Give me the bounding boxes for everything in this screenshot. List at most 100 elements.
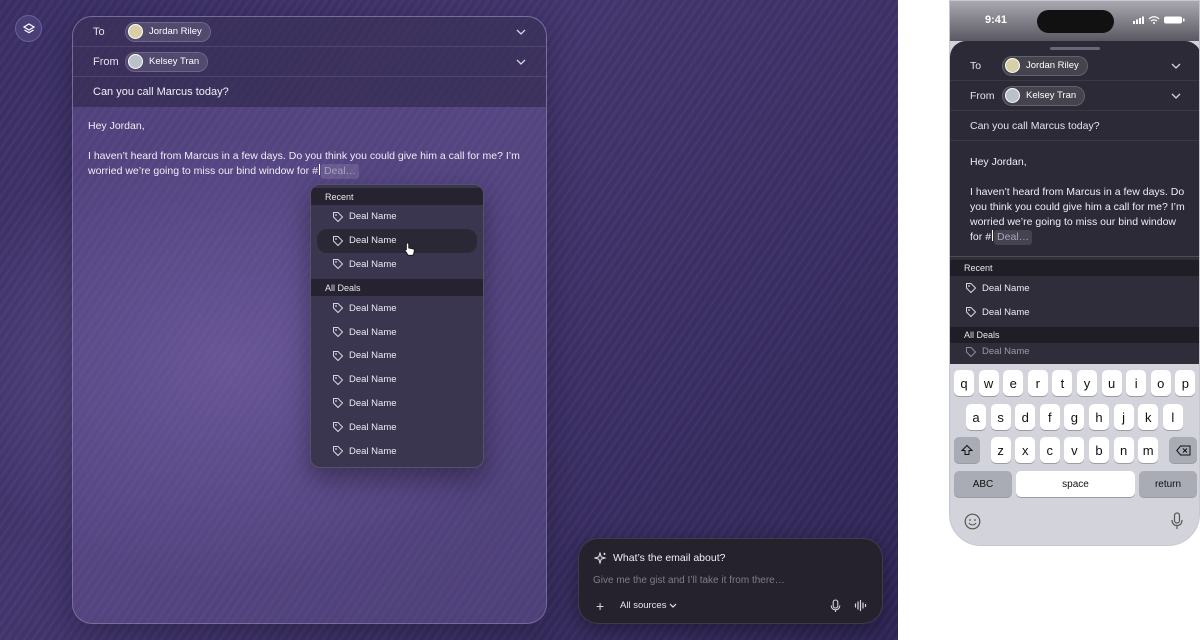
subject-field[interactable]: Can you call Marcus today? [950, 111, 1199, 141]
return-key[interactable]: return [1139, 471, 1197, 497]
chevron-down-icon [669, 603, 677, 608]
prompt-input[interactable]: Give me the gist and I’ll take it from t… [593, 575, 785, 586]
chevron-down-icon[interactable] [1171, 63, 1181, 69]
key[interactable]: r [1027, 370, 1048, 396]
deal-option[interactable]: Deal Name [317, 296, 477, 320]
emoji-icon[interactable] [964, 513, 981, 530]
sender-chip[interactable]: Kelsey Tran [1002, 85, 1086, 106]
key[interactable]: b [1089, 437, 1109, 463]
space-key[interactable]: space [1016, 471, 1135, 497]
key[interactable]: s [990, 404, 1011, 430]
shift-key[interactable] [954, 437, 980, 463]
all-deals-header: All Deals [311, 279, 483, 297]
key[interactable]: e [1003, 370, 1024, 396]
from-row[interactable]: From Kelsey Tran [73, 47, 546, 77]
subject-text: Can you call Marcus today? [93, 86, 229, 98]
deal-option-label: Deal Name [982, 346, 1030, 357]
tag-icon [333, 446, 344, 457]
abc-key[interactable]: ABC [954, 471, 1012, 497]
deal-option[interactable]: Deal Name [317, 253, 477, 277]
tag-icon [333, 303, 344, 314]
deal-option[interactable]: Deal Name [317, 392, 477, 416]
waveform-icon[interactable] [854, 599, 867, 612]
key[interactable]: n [1113, 437, 1134, 463]
to-label: To [93, 25, 105, 38]
key[interactable]: y [1077, 370, 1097, 396]
add-icon[interactable]: + [596, 598, 604, 614]
subject-text: Can you call Marcus today? [970, 119, 1100, 132]
key[interactable]: w [978, 370, 999, 396]
deal-option-highlighted[interactable]: Deal Name [317, 228, 477, 253]
deal-option[interactable]: Deal Name [950, 276, 1199, 300]
key[interactable]: m [1138, 437, 1159, 463]
deal-option[interactable]: Deal Name [317, 320, 477, 344]
all-deals-header: All Deals [950, 327, 1199, 343]
key[interactable]: f [1039, 404, 1060, 430]
subject-field[interactable]: Can you call Marcus today? [73, 77, 546, 107]
key[interactable]: p [1175, 370, 1196, 396]
key[interactable]: i [1126, 370, 1147, 396]
status-time: 9:41 [985, 14, 1008, 26]
recipient-chip[interactable]: Jordan Riley [1002, 55, 1088, 76]
deal-option-label: Deal Name [349, 302, 397, 314]
recipient-name: Jordan Riley [149, 26, 202, 37]
email-body[interactable]: Hey Jordan, I haven’t heard from Marcus … [73, 107, 546, 191]
text-caret [318, 164, 320, 175]
key[interactable]: l [1162, 404, 1183, 430]
deal-dropdown: Recent Deal Name Deal Name All Deals Dea… [950, 256, 1199, 364]
dictation-microphone-icon[interactable] [1171, 512, 1183, 530]
tag-icon [333, 235, 344, 246]
key[interactable]: c [1039, 437, 1060, 463]
deal-option[interactable]: Deal Name [317, 368, 477, 392]
deal-option[interactable]: Deal Name [317, 205, 477, 229]
key[interactable]: q [954, 370, 974, 396]
key[interactable]: h [1089, 404, 1109, 430]
chevron-down-icon[interactable] [516, 59, 526, 65]
key[interactable]: g [1064, 404, 1085, 430]
deal-option[interactable]: Deal Name [317, 415, 477, 439]
body-line-2: worried we’re going to miss our bind win… [88, 165, 310, 177]
sources-dropdown[interactable]: All sources [620, 600, 677, 611]
dynamic-island [1037, 10, 1114, 33]
sender-chip[interactable]: Kelsey Tran [125, 51, 209, 72]
deal-dropdown: Recent Deal Name Deal Name Deal Name All… [310, 184, 484, 468]
recipient-chip[interactable]: Jordan Riley [125, 21, 211, 42]
from-row[interactable]: From Kelsey Tran [950, 81, 1199, 111]
key[interactable]: t [1052, 370, 1073, 396]
app-logo-button[interactable] [15, 15, 42, 42]
tag-icon [966, 307, 977, 318]
body-line-1: I haven’t heard from Marcus in a few day… [88, 150, 520, 162]
chevron-down-icon[interactable] [516, 29, 526, 35]
microphone-icon[interactable] [830, 599, 841, 613]
hash-trigger: # [985, 231, 992, 243]
prompt-title: What’s the email about? [613, 552, 726, 564]
deal-option-label: Deal Name [982, 282, 1030, 294]
from-label: From [93, 55, 119, 68]
key[interactable]: x [1015, 437, 1036, 463]
email-body[interactable]: Hey Jordan, I haven’t heard from Marcus … [970, 155, 1185, 245]
deal-option[interactable]: Deal Name [950, 343, 1199, 358]
sender-name: Kelsey Tran [149, 56, 200, 67]
sheet-grabber[interactable] [1050, 47, 1100, 50]
desktop-stage: To Jordan Riley From Kelsey Tran Can you… [0, 0, 898, 640]
deal-option-label: Deal Name [349, 235, 397, 247]
deal-option[interactable]: Deal Name [317, 344, 477, 368]
deal-option[interactable]: Deal Name [317, 439, 477, 463]
key[interactable]: z [990, 437, 1011, 463]
key[interactable]: d [1015, 404, 1036, 430]
to-row[interactable]: To Jordan Riley [950, 51, 1199, 81]
key[interactable]: o [1150, 370, 1171, 396]
key[interactable]: u [1101, 370, 1122, 396]
deal-option[interactable]: Deal Name [950, 300, 1199, 324]
recent-header: Recent [311, 188, 483, 205]
key[interactable]: k [1138, 404, 1159, 430]
key[interactable]: v [1064, 437, 1085, 463]
chevron-down-icon[interactable] [1171, 93, 1181, 99]
delete-key[interactable] [1169, 437, 1197, 463]
deal-option-label: Deal Name [349, 326, 397, 338]
avatar [1005, 88, 1020, 103]
greeting: Hey Jordan, [970, 156, 1027, 168]
to-row[interactable]: To Jordan Riley [73, 17, 546, 47]
key[interactable]: a [966, 404, 986, 430]
key[interactable]: j [1113, 404, 1134, 430]
